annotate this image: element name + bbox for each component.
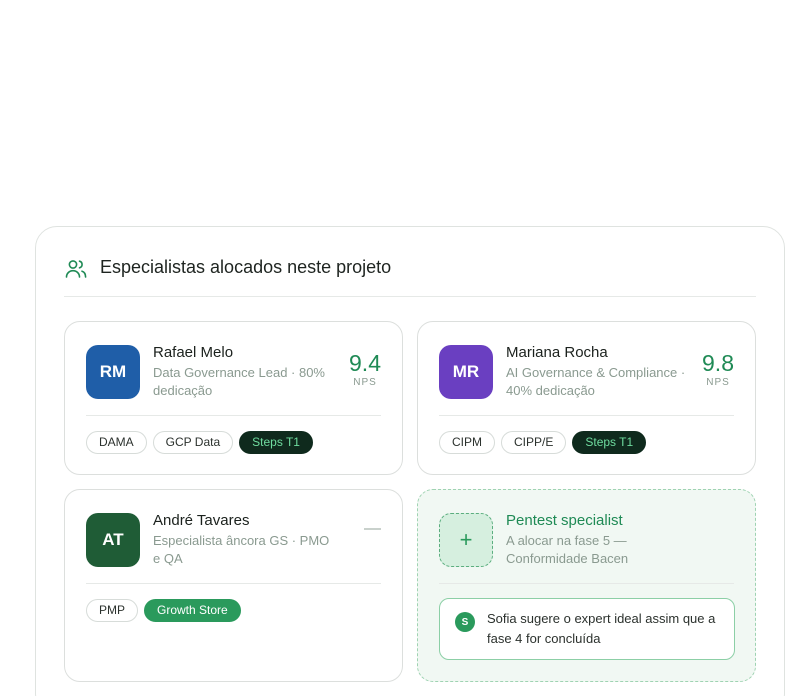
nps-score: 9.8 NPS — [702, 350, 734, 388]
nps-label: NPS — [706, 377, 730, 388]
add-icon[interactable]: + — [439, 513, 493, 567]
sofia-suggestion: S Sofia sugere o expert ideal assim que … — [439, 598, 735, 660]
nps-score: 9.4 NPS — [349, 350, 381, 388]
tag-dama[interactable]: DAMA — [86, 431, 147, 454]
tag-pmp[interactable]: PMP — [86, 599, 139, 622]
specialists-panel: Especialistas alocados neste projeto RM … — [35, 226, 785, 696]
tag-steps-t1[interactable]: Steps T1 — [572, 431, 647, 454]
specialist-name: André Tavares — [153, 512, 250, 529]
avatar: RM — [86, 345, 140, 399]
tag-growth-store[interactable]: Growth Store — [144, 599, 241, 622]
specialist-role: Especialista âncora GS · PMO e QA — [153, 533, 330, 566]
nps-value: 9.8 — [702, 350, 734, 376]
users-icon — [65, 260, 87, 278]
specialist-card-andre-tavares[interactable]: AT André Tavares Especialista âncora GS … — [64, 489, 403, 682]
sofia-avatar: S — [455, 612, 475, 632]
card-divider — [86, 415, 381, 416]
tag-list: PMP Growth Store — [86, 599, 241, 622]
panel-header: Especialistas alocados neste projeto — [64, 255, 756, 297]
tag-list: DAMA GCP Data Steps T1 — [86, 431, 313, 454]
pending-specialist-card[interactable]: + Pentest specialist A alocar na fase 5 … — [417, 489, 756, 682]
specialist-card-mariana-rocha[interactable]: MR Mariana Rocha AI Governance & Complia… — [417, 321, 756, 475]
pending-subtitle: A alocar na fase 5 — Conformidade Bacen — [506, 533, 629, 566]
tag-cipm[interactable]: CIPM — [439, 431, 495, 454]
card-divider — [439, 583, 734, 584]
nps-label: NPS — [353, 377, 377, 388]
nps-value: 9.4 — [349, 350, 381, 376]
avatar: MR — [439, 345, 493, 399]
specialist-name: Rafael Melo — [153, 344, 234, 361]
card-divider — [86, 583, 381, 584]
tag-gcp-data[interactable]: GCP Data — [152, 431, 234, 454]
suggestion-text: Sofia sugere o expert ideal assim que a … — [487, 611, 716, 646]
specialist-card-rafael-melo[interactable]: RM Rafael Melo Data Governance Lead · 80… — [64, 321, 403, 475]
tag-cipp-e[interactable]: CIPP/E — [501, 431, 567, 454]
specialist-role: Data Governance Lead · 80% dedicação — [153, 365, 325, 398]
card-divider — [439, 415, 734, 416]
avatar: AT — [86, 513, 140, 567]
pending-title: Pentest specialist — [506, 512, 623, 529]
no-score-dash — [364, 528, 381, 530]
specialist-name: Mariana Rocha — [506, 344, 608, 361]
specialist-role: AI Governance & Compliance · 40% dedicaç… — [506, 365, 686, 398]
tag-list: CIPM CIPP/E Steps T1 — [439, 431, 647, 454]
tag-steps-t1[interactable]: Steps T1 — [239, 431, 313, 454]
panel-title: Especialistas alocados neste projeto — [100, 257, 392, 277]
